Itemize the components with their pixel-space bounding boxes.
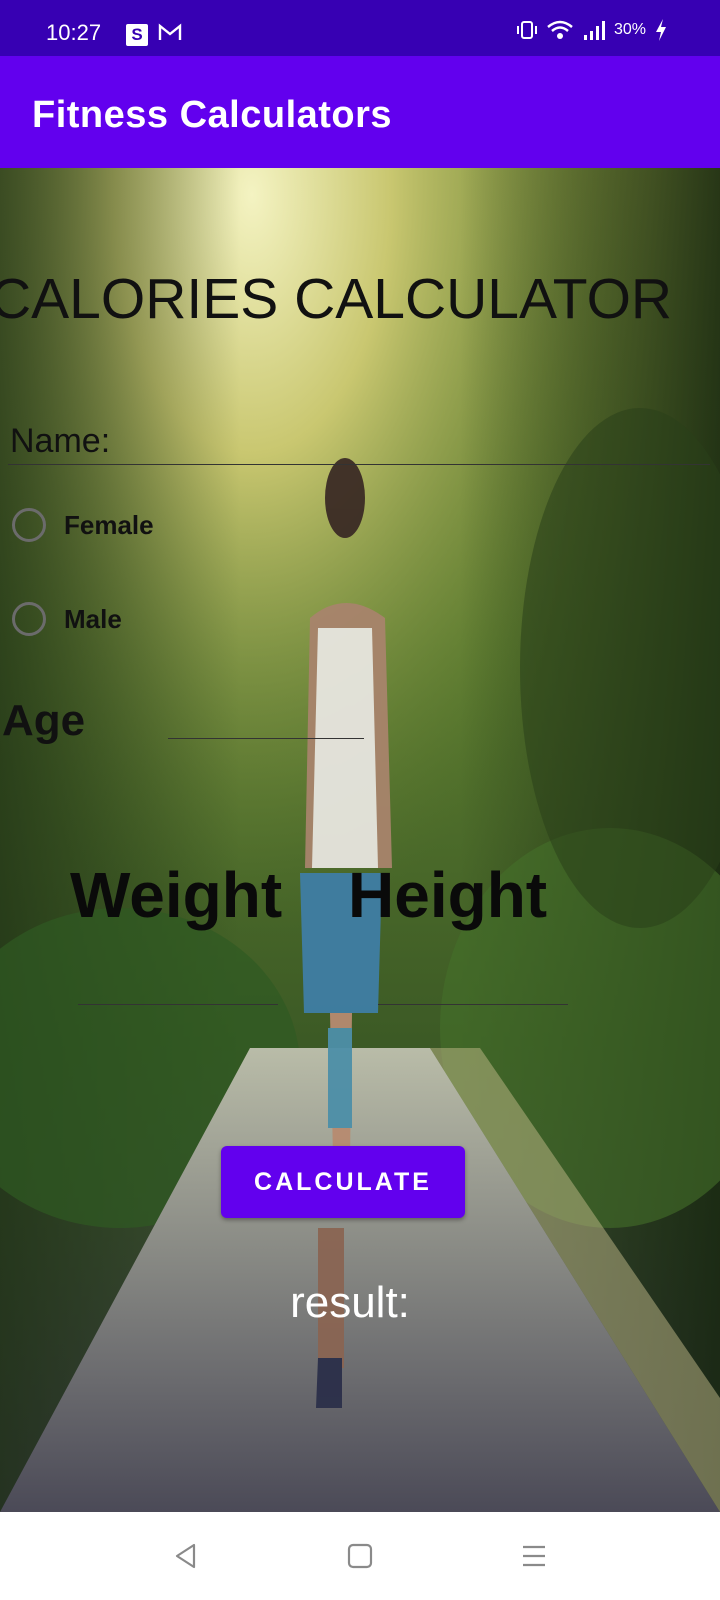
gmail-icon bbox=[158, 22, 182, 48]
signal-icon bbox=[582, 19, 606, 41]
calculate-button[interactable]: CALCULATE bbox=[221, 1146, 465, 1218]
status-time: 10:27 bbox=[46, 20, 102, 45]
vibrate-icon bbox=[516, 19, 538, 41]
navigation-bar bbox=[0, 1512, 720, 1600]
radio-button-icon[interactable] bbox=[12, 508, 46, 542]
app-bar: Fitness Calculators bbox=[0, 56, 720, 168]
name-input[interactable] bbox=[8, 418, 710, 465]
radio-button-icon[interactable] bbox=[12, 602, 46, 636]
calculator-heading: CALORIES CALCULATOR bbox=[0, 267, 673, 331]
height-input[interactable] bbox=[378, 958, 568, 1005]
app-title: Fitness Calculators bbox=[32, 94, 393, 136]
calories-form: CALORIES CALCULATOR Female Male Age Weig… bbox=[0, 168, 720, 1512]
radio-label: Male bbox=[64, 603, 122, 634]
result-label: result: bbox=[290, 1278, 410, 1327]
radio-label: Female bbox=[64, 509, 154, 540]
battery-percent: 30% bbox=[613, 21, 646, 38]
weight-label: Weight bbox=[70, 859, 283, 931]
back-icon[interactable] bbox=[172, 1542, 200, 1570]
s-app-icon: S bbox=[126, 24, 148, 46]
home-icon[interactable] bbox=[347, 1542, 373, 1570]
age-input[interactable] bbox=[168, 692, 364, 739]
gender-option-male[interactable]: Male bbox=[12, 602, 122, 636]
wifi-icon bbox=[546, 19, 574, 41]
battery-charging-icon bbox=[654, 18, 668, 42]
gender-option-female[interactable]: Female bbox=[12, 508, 154, 542]
status-bar: 10:27 S 30% bbox=[0, 0, 720, 56]
status-icons: 30% bbox=[516, 18, 668, 42]
menu-icon[interactable] bbox=[520, 1542, 548, 1570]
age-label: Age bbox=[2, 696, 86, 745]
weight-input[interactable] bbox=[78, 958, 278, 1005]
height-label: Height bbox=[348, 859, 548, 931]
